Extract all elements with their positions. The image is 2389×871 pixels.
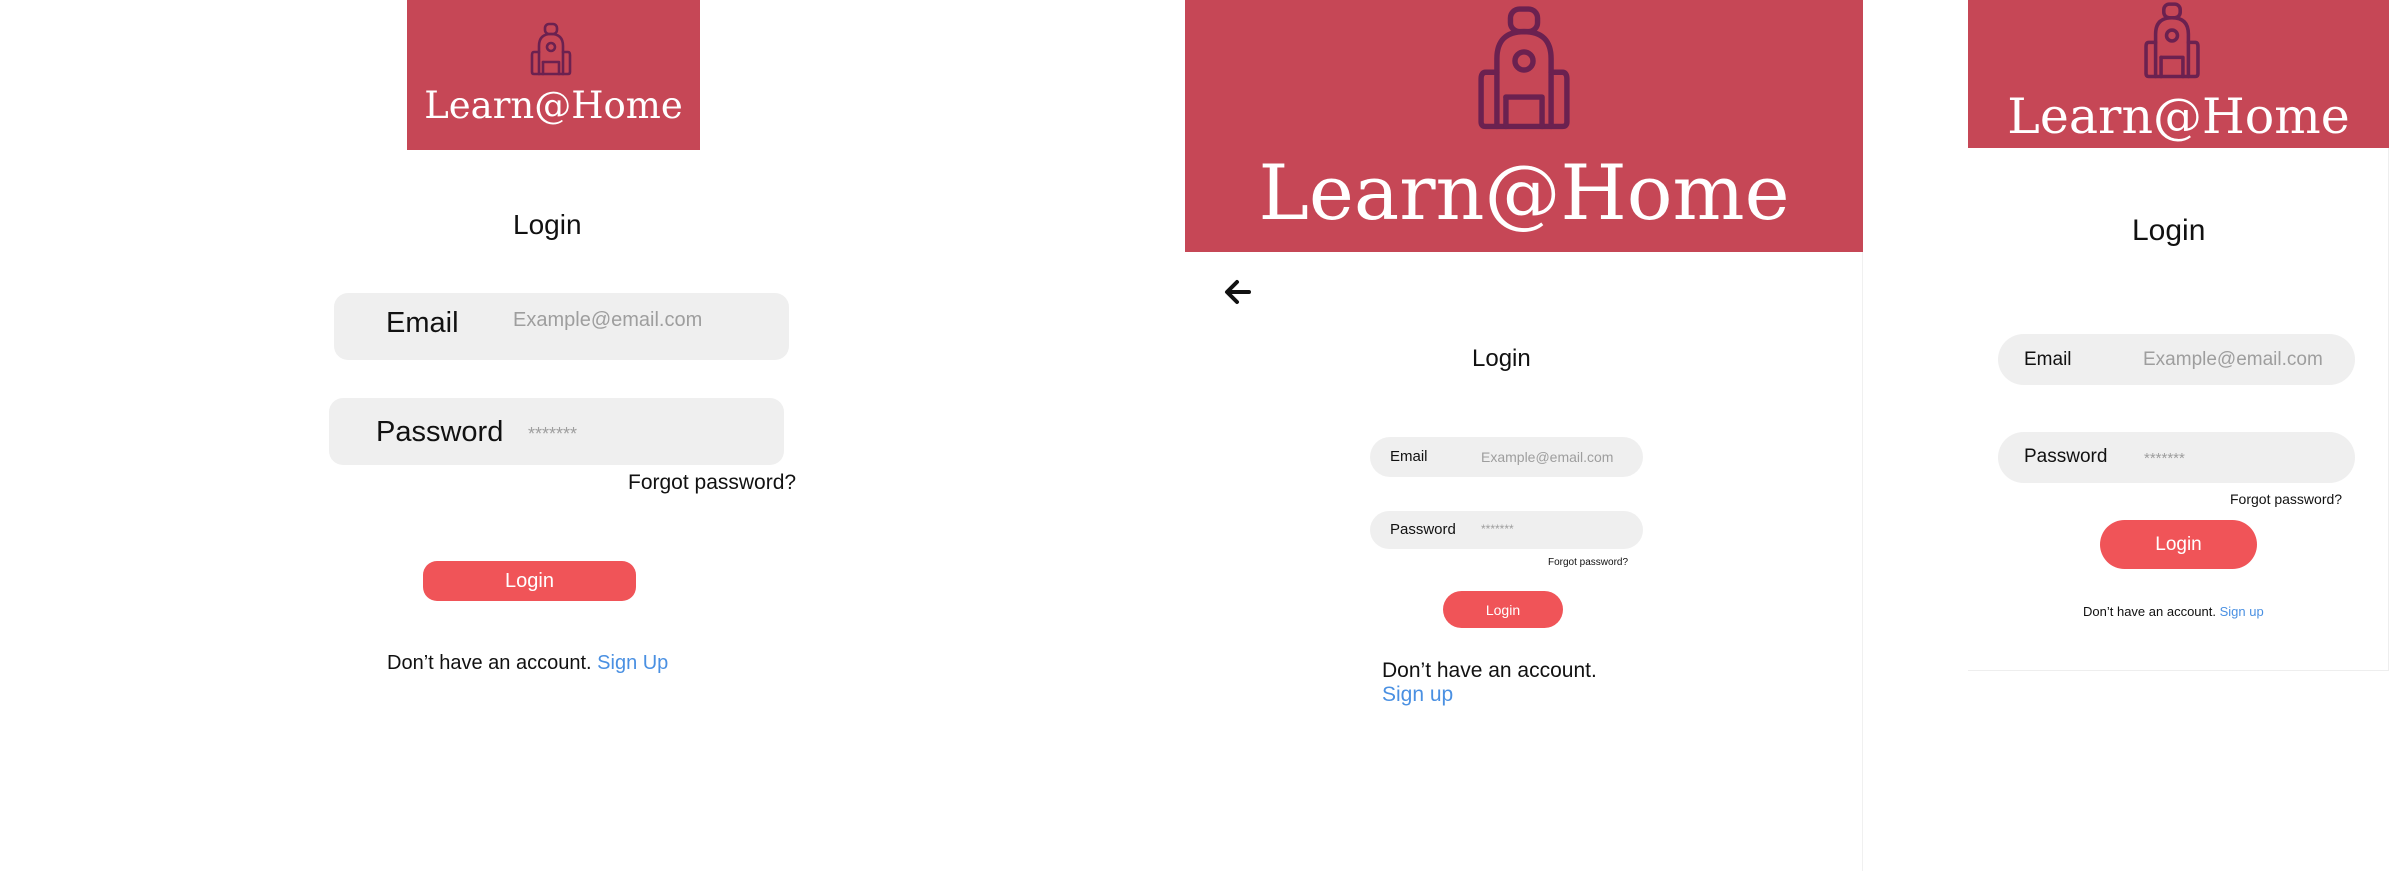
email-field[interactable]: Email Example@email.com <box>334 293 789 360</box>
email-field[interactable]: Email Example@email.com <box>1370 437 1643 477</box>
password-label: Password <box>1390 521 1456 538</box>
backpack-icon <box>1456 0 1592 140</box>
signup-link[interactable]: Sign up <box>1382 683 1597 707</box>
app-logo-text: Learn@Home <box>1258 148 1790 237</box>
forgot-password-link[interactable]: Forgot password? <box>1548 557 1628 568</box>
login-button[interactable]: Login <box>1443 591 1563 628</box>
no-account-text: Don’t have an account. <box>387 652 592 674</box>
email-placeholder: Example@email.com <box>1481 449 1614 465</box>
page-title: Login <box>513 209 582 240</box>
signup-prompt: Don’t have an account. Sign up <box>1382 659 1597 707</box>
page-title: Login <box>2132 214 2206 247</box>
signup-link[interactable]: Sign Up <box>597 652 668 674</box>
back-button[interactable] <box>1224 279 1252 305</box>
email-field[interactable]: Email Example@email.com <box>1998 334 2355 385</box>
login-button[interactable]: Login <box>2100 520 2257 569</box>
backpack-icon <box>2131 0 2213 82</box>
email-placeholder: Example@email.com <box>2143 349 2323 370</box>
password-field[interactable]: Password ******* <box>1370 511 1643 549</box>
app-logo-text: Learn@Home <box>424 84 683 127</box>
email-label: Email <box>1390 448 1428 465</box>
password-placeholder: ******* <box>528 424 578 444</box>
app-logo-text: Learn@Home <box>2007 88 2350 145</box>
password-placeholder: ******* <box>1481 522 1514 536</box>
signup-prompt: Don’t have an account. Sign Up <box>387 652 668 675</box>
email-placeholder: Example@email.com <box>513 309 703 331</box>
page-title: Login <box>1472 345 1531 372</box>
signup-link[interactable]: Sign up <box>2220 604 2264 619</box>
backpack-icon <box>521 20 581 80</box>
header-banner: Learn@Home <box>1185 0 1863 252</box>
password-placeholder: ******* <box>2144 450 2185 467</box>
no-account-text: Don’t have an account. <box>2083 604 2216 619</box>
email-label: Email <box>386 307 459 339</box>
forgot-password-link[interactable]: Forgot password? <box>628 471 796 495</box>
arrow-left-icon <box>1225 280 1251 304</box>
password-field[interactable]: Password ******* <box>329 398 784 465</box>
login-button[interactable]: Login <box>423 561 636 601</box>
header-banner: Learn@Home <box>407 0 700 150</box>
header-banner: Learn@Home <box>1968 0 2389 148</box>
email-label: Email <box>2024 349 2072 370</box>
password-label: Password <box>2024 446 2108 467</box>
password-label: Password <box>376 416 504 448</box>
no-account-text: Don’t have an account. <box>1382 659 1597 682</box>
forgot-password-link[interactable]: Forgot password? <box>2230 491 2342 507</box>
password-field[interactable]: Password ******* <box>1998 432 2355 483</box>
signup-prompt: Don’t have an account. Sign up <box>2083 604 2264 619</box>
